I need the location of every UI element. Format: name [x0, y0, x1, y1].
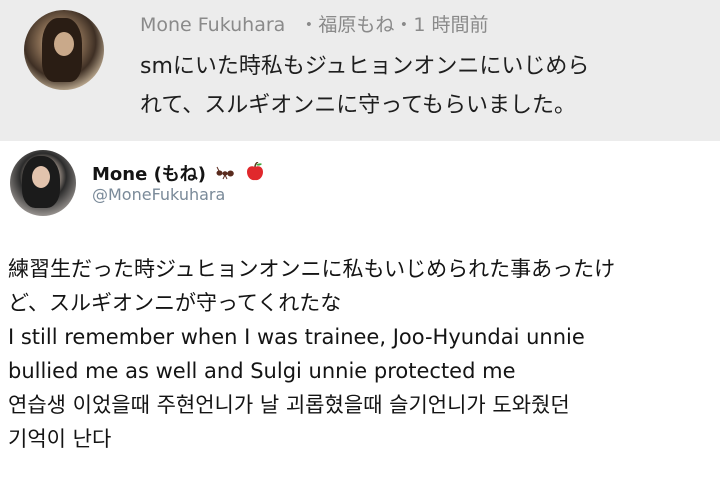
tweet-display-name[interactable]: Mone (もね) [92, 160, 265, 186]
display-name-text: Mone (もね) [92, 164, 207, 185]
tweet-line: 練習生だった時ジュヒョンオンニに私もいじめられた事あったけ [8, 257, 616, 281]
tweet-body: 練習生だった時ジュヒョンオンニに私もいじめられた事あったけ ど、スルギオンニが守… [8, 252, 720, 456]
reply-text: smにいた時私もジュヒョンオンニにいじめら れて、スルギオンニに守ってもらいまし… [140, 47, 710, 125]
reply-panel: Mone Fukuhara ・福原もね・1 時間前 smにいた時私もジュヒョンオ… [0, 0, 720, 141]
reply-author[interactable]: Mone Fukuhara [140, 14, 285, 36]
tweet-line: 연습생 이었을때 주현언니가 날 괴롭혔을때 슬기언니가 도와줬던 [8, 393, 570, 417]
ant-icon [216, 166, 235, 180]
avatar-face [32, 166, 50, 188]
tweet-line: 기억이 난다 [8, 427, 112, 451]
reply-avatar[interactable] [24, 10, 104, 90]
apple-icon [246, 162, 263, 181]
reply-line: れて、スルギオンニに守ってもらいました。 [140, 93, 577, 118]
tweet-line: I still remember when I was trainee, Joo… [8, 325, 585, 349]
tweet-line: ど、スルギオンニが守ってくれたな [8, 291, 342, 315]
tweet-avatar[interactable] [10, 150, 76, 216]
tweet-line: bullied me as well and Sulgi unnie prote… [8, 359, 516, 383]
reply-meta: ・福原もね・1 時間前 [299, 14, 489, 36]
avatar-face [54, 32, 74, 56]
reply-header: Mone Fukuhara ・福原もね・1 時間前 [140, 10, 489, 37]
tweet-handle[interactable]: @MoneFukuhara [92, 185, 225, 204]
reply-line: smにいた時私もジュヒョンオンニにいじめら [140, 54, 590, 79]
